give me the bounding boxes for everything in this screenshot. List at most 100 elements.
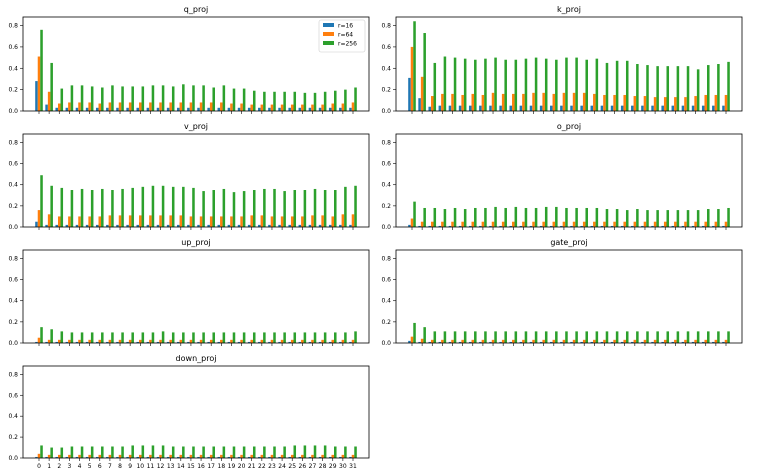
- bar-r256-layer-5: [90, 86, 94, 111]
- bar-r256-layer-12: [534, 207, 538, 227]
- bar-r64-layer-4: [451, 221, 454, 227]
- bar-r256-layer-24: [656, 66, 659, 111]
- bar-r64-layer-29: [331, 103, 335, 111]
- bar-r256-layer-5: [90, 190, 94, 227]
- y-tick-label: 0.8: [8, 139, 18, 146]
- bar-r64-layer-7: [481, 94, 485, 111]
- bar-r256-layer-23: [646, 65, 649, 111]
- y-tick-label: 0.8: [8, 23, 18, 30]
- bar-r256-layer-20: [242, 191, 246, 227]
- bar-r256-layer-2: [433, 331, 437, 343]
- bar-r64-layer-26: [674, 97, 677, 111]
- bar-r256-layer-17: [585, 207, 588, 227]
- bar-r16-layer-9: [499, 105, 502, 111]
- bar-r64-layer-6: [471, 339, 475, 343]
- bar-r256-layer-20: [242, 88, 246, 111]
- bar-r64-layer-28: [321, 104, 324, 111]
- bar-r64-layer-26: [301, 104, 304, 111]
- bar-r64-layer-26: [674, 221, 677, 227]
- x-tick-label: 2: [57, 463, 61, 470]
- panel-v-proj: v_proj 0.0 0.2 0.4 0.6 0.8: [8, 122, 370, 231]
- bar-r256-layer-16: [575, 331, 578, 343]
- bar-r256-layer-19: [605, 331, 609, 343]
- bar-r256-layer-3: [443, 56, 447, 111]
- bar-r64-layer-2: [57, 454, 61, 458]
- bar-r64-layer-25: [663, 339, 667, 343]
- bar-r256-layer-27: [686, 66, 690, 111]
- bar-r64-layer-7: [108, 102, 112, 111]
- bar-r256-layer-7: [484, 331, 487, 343]
- bar-r256-layer-24: [283, 191, 286, 227]
- bar-r256-layer-29: [334, 190, 337, 227]
- x-tick-label: 5: [88, 463, 92, 470]
- bar-r256-layer-5: [463, 331, 467, 343]
- bar-r256-layer-27: [686, 210, 690, 227]
- bar-r64-layer-2: [430, 96, 434, 111]
- bar-r256-layer-26: [303, 445, 307, 458]
- bar-r256-layer-12: [161, 85, 165, 111]
- bar-r64-layer-22: [260, 104, 264, 111]
- bar-r64-layer-11: [149, 454, 152, 458]
- bar-r256-layer-29: [334, 90, 337, 111]
- bar-r64-layer-2: [57, 216, 61, 227]
- bar-r64-layer-11: [522, 221, 525, 227]
- bar-r64-layer-14: [552, 93, 556, 111]
- y-tick-label: 0.2: [381, 203, 391, 210]
- bar-r64-layer-17: [209, 454, 213, 458]
- bar-r16-layer-18: [590, 105, 594, 111]
- bar-r16-layer-23: [268, 107, 271, 111]
- bar-r64-layer-31: [351, 454, 355, 458]
- bar-r256-layer-14: [182, 446, 185, 458]
- bar-r256-layer-31: [354, 185, 357, 227]
- bar-r16-layer-30: [339, 107, 342, 111]
- bar-r256-layer-30: [344, 186, 347, 227]
- y-tick-label: 0.0: [381, 340, 391, 347]
- bar-r256-layer-11: [151, 332, 155, 343]
- bar-r64-layer-17: [209, 339, 213, 343]
- bar-r16-layer-15: [187, 107, 190, 111]
- y-tick-label: 0.0: [8, 108, 18, 115]
- bar-r64-layer-23: [270, 454, 274, 458]
- panel-frame: [22, 365, 370, 459]
- x-tick-label: 3: [67, 463, 71, 470]
- bar-r64-layer-21: [623, 221, 626, 227]
- bar-r64-layer-22: [260, 215, 264, 227]
- bar-r256-layer-14: [182, 186, 185, 227]
- bar-r64-layer-28: [694, 96, 697, 111]
- bar-r256-layer-11: [151, 85, 155, 111]
- x-tick-label: 8: [118, 463, 122, 470]
- bar-r64-layer-26: [301, 454, 304, 458]
- bar-r256-layer-26: [676, 66, 680, 111]
- bar-r256-layer-13: [171, 446, 175, 458]
- bar-r256-layer-20: [242, 332, 246, 343]
- bar-r256-layer-1: [423, 327, 426, 343]
- bar-r64-layer-5: [461, 221, 464, 227]
- bar-r256-layer-19: [232, 88, 236, 111]
- bar-r256-layer-30: [344, 332, 347, 343]
- bar-r256-layer-5: [463, 58, 467, 111]
- y-tick-label: 0.2: [381, 87, 391, 94]
- bar-r64-layer-18: [220, 216, 223, 227]
- bar-r64-layer-17: [582, 221, 586, 227]
- bar-r256-layer-17: [585, 59, 588, 111]
- bar-r256-layer-13: [544, 331, 548, 343]
- bar-r256-layer-2: [433, 207, 437, 227]
- bar-r64-layer-16: [572, 221, 576, 227]
- bar-r256-layer-11: [524, 58, 528, 111]
- x-tick-label: 16: [197, 463, 205, 470]
- legend-swatch-r16: [323, 23, 334, 27]
- bar-r64-layer-15: [189, 339, 193, 343]
- bar-r16-layer-31: [722, 105, 725, 111]
- bar-r64-layer-21: [623, 339, 626, 343]
- bar-r256-layer-18: [222, 85, 226, 111]
- panel-gate-proj: gate_proj 0.0 0.2 0.4 0.6 0.8: [381, 238, 743, 347]
- bar-r64-layer-2: [57, 339, 61, 343]
- bar-r256-layer-7: [111, 190, 114, 227]
- bar-r16-layer-13: [539, 105, 543, 111]
- x-tick-label: 7: [108, 463, 112, 470]
- bar-r256-layer-14: [182, 332, 185, 343]
- bar-r64-layer-26: [301, 339, 304, 343]
- bar-r16-layer-29: [328, 107, 332, 111]
- y-tick-label: 0.6: [381, 161, 391, 168]
- bar-r256-layer-23: [646, 331, 649, 343]
